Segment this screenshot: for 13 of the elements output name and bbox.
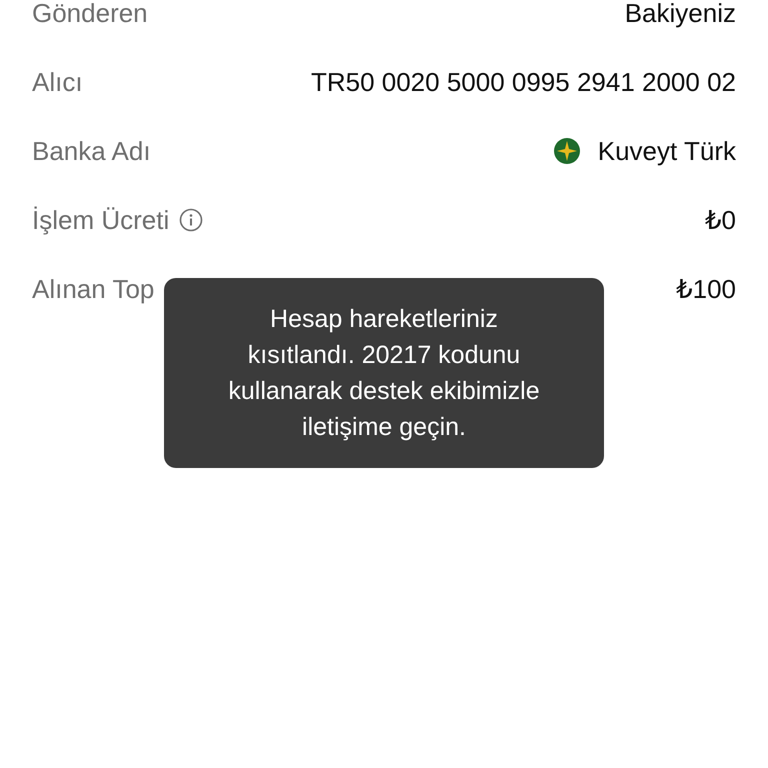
field-value: ₺100 — [676, 274, 736, 304]
toast-text: Hesap hareketleriniz kısıtlandı. 20217 kodunu kullanarak destek ekibimizle iletişime geçin. — [228, 304, 540, 443]
field-label: Alıcı — [32, 66, 83, 98]
field-value: TR50 0020 5000 0995 2941 2000 02 — [310, 66, 736, 98]
field-value: Kuveyt Türk — [598, 136, 736, 166]
bank-logo-icon — [554, 138, 580, 164]
field-label: İşlem Ücreti — [32, 204, 170, 236]
field-value: Bakiyeniz — [624, 0, 736, 28]
info-icon[interactable] — [179, 208, 204, 232]
field-label: Alınan Top — [32, 274, 154, 304]
field-value: ₺0 — [704, 204, 736, 236]
field-label: Gönderen — [32, 0, 148, 28]
field-label: Banka Adı — [32, 136, 151, 166]
